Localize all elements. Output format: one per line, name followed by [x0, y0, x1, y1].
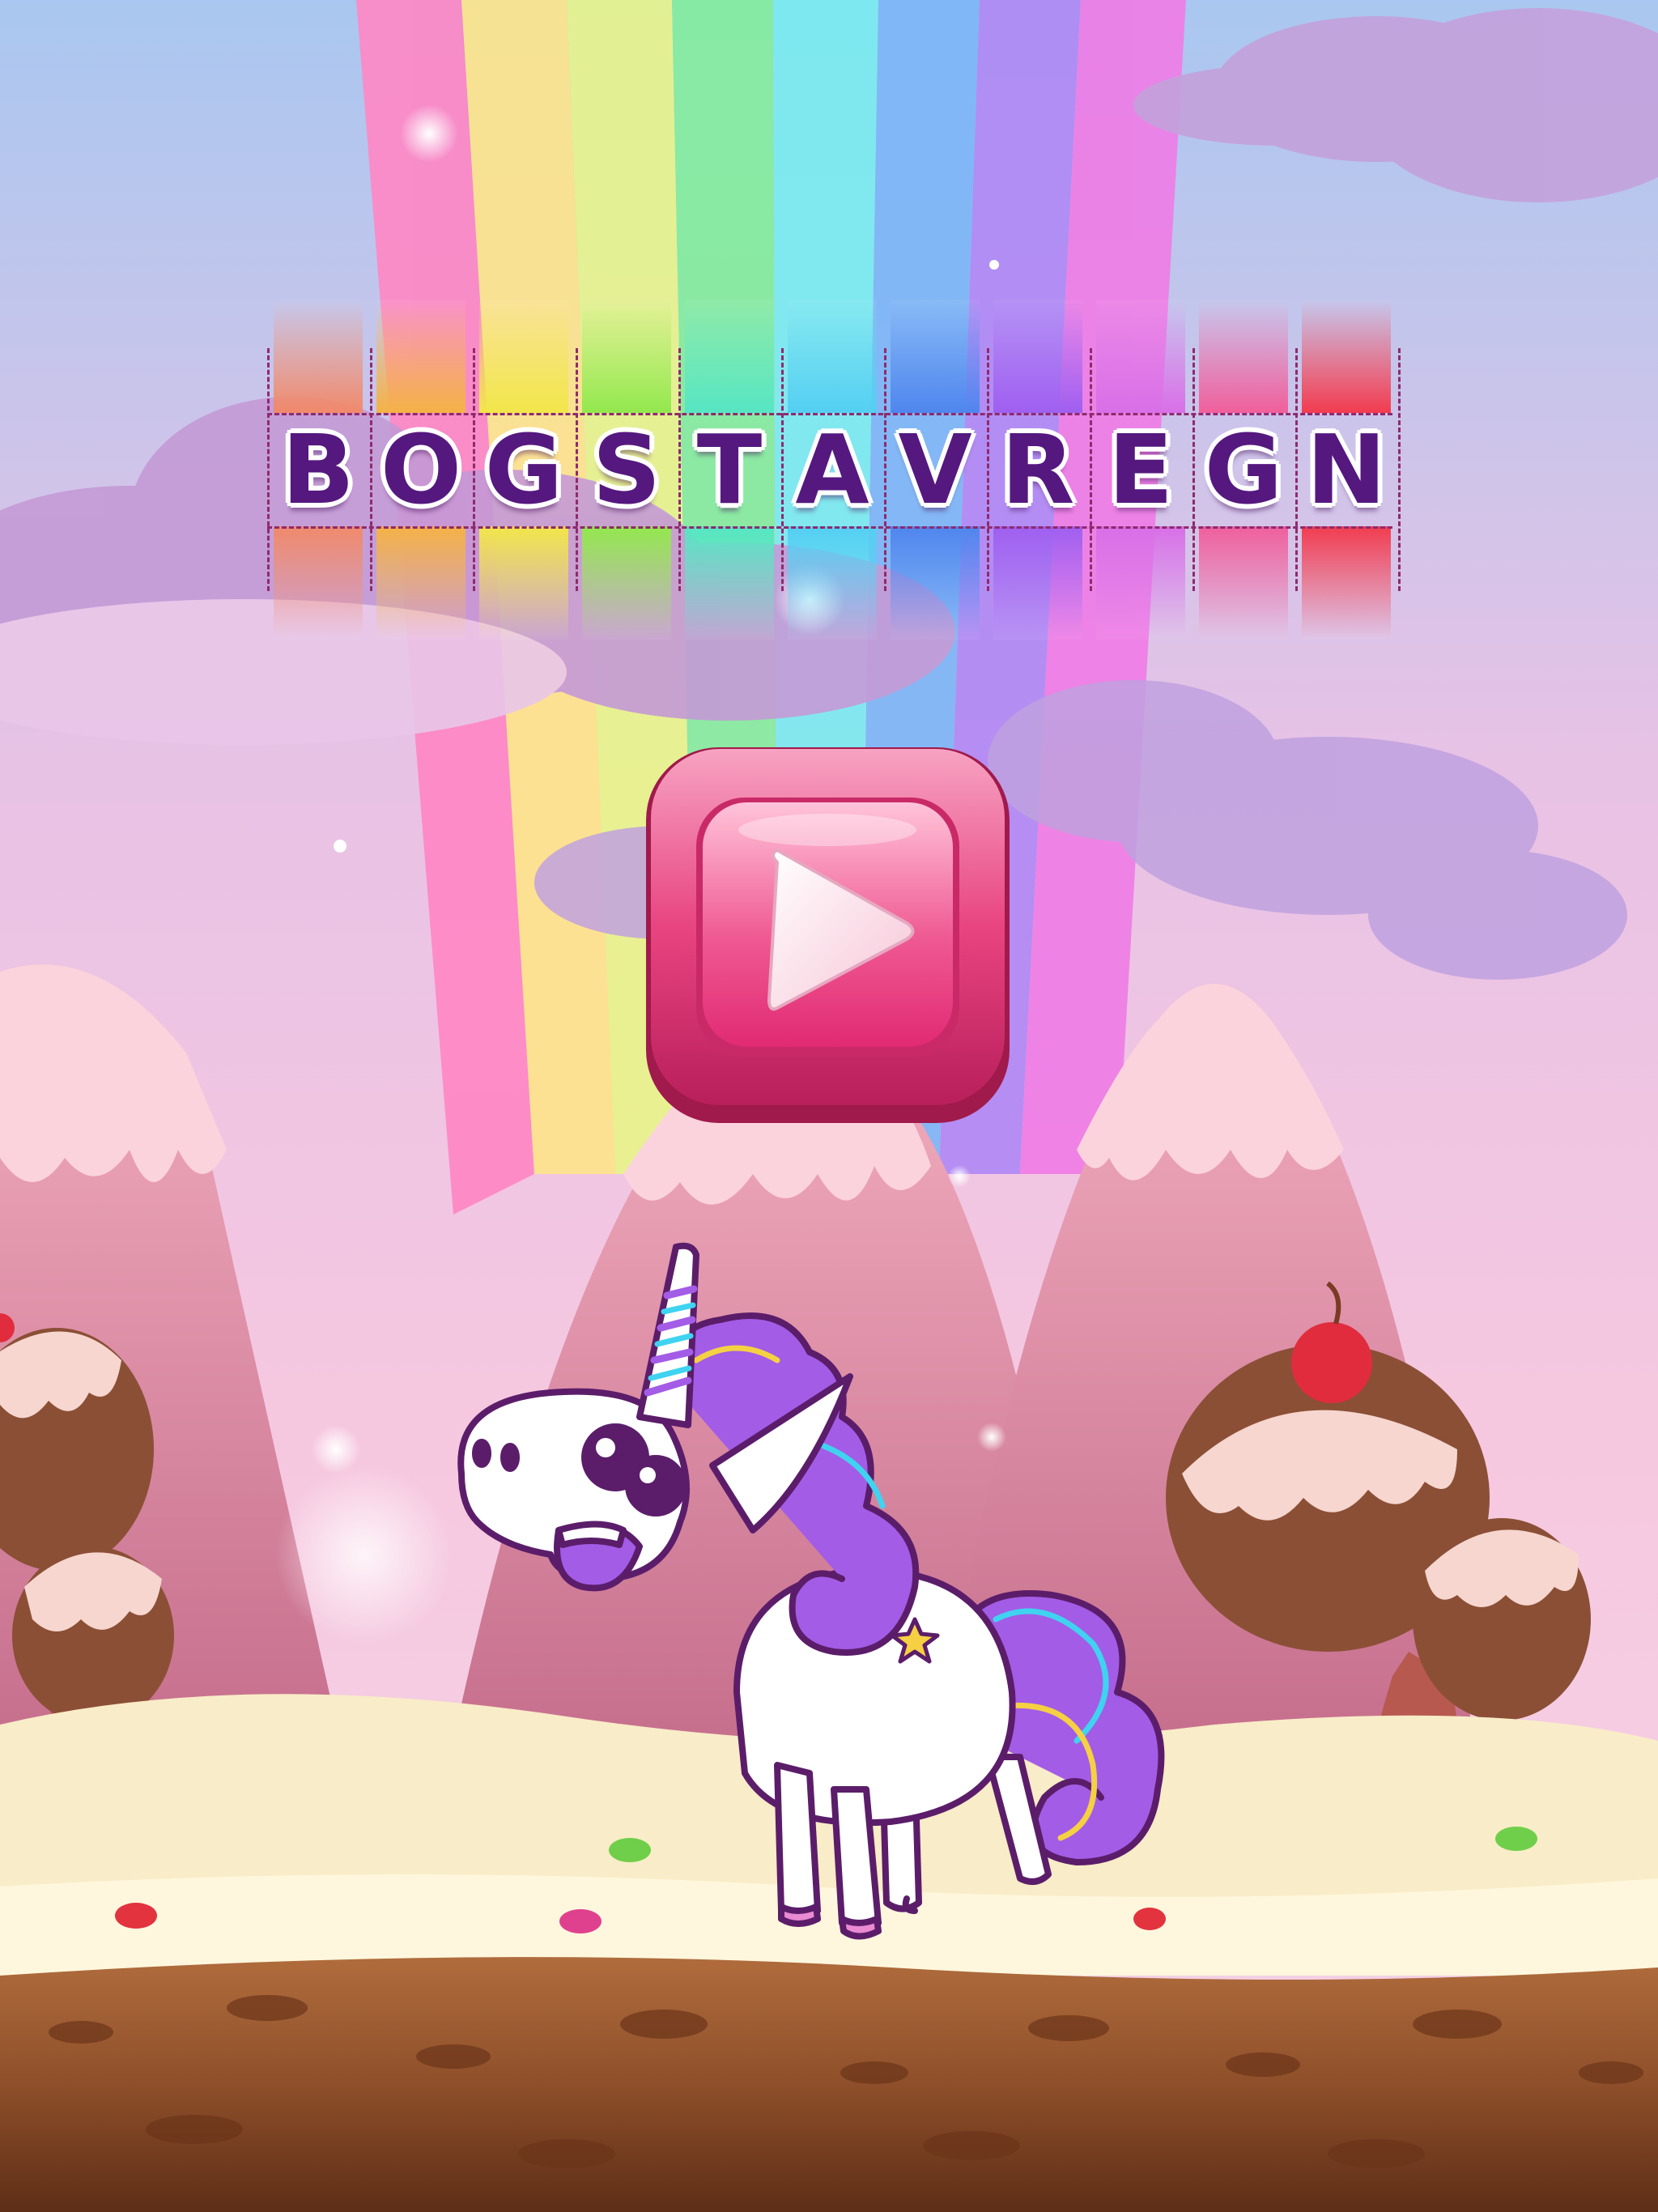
title-guide-line	[267, 413, 1392, 415]
title-tile: V	[891, 300, 980, 640]
title-tile-bottom	[1199, 526, 1288, 640]
title-tile: O	[376, 300, 466, 640]
title-tile: A	[788, 300, 877, 640]
title-letter: O	[380, 414, 462, 525]
title-tile-bottom	[1096, 526, 1185, 640]
title-tile-top	[788, 300, 877, 413]
title-guide-line	[267, 348, 270, 591]
title-guide-line	[781, 348, 784, 591]
title-guide-line	[1090, 348, 1092, 591]
title-tile-bottom	[376, 526, 466, 640]
title-tile-bottom	[274, 526, 363, 640]
title-tile: R	[993, 300, 1082, 640]
title-guide-line	[1398, 348, 1401, 591]
title-tile: G	[1199, 300, 1288, 640]
title-tile-top	[1302, 300, 1391, 413]
title-tile-top	[274, 300, 363, 413]
title-tile-top	[376, 300, 466, 413]
title-guide-line	[267, 526, 1392, 529]
title-letter: V	[898, 414, 972, 525]
title-tile: S	[582, 300, 671, 640]
title-guide-line	[987, 348, 989, 591]
unicorn-character	[457, 1242, 1165, 1940]
title-guide-line	[1295, 348, 1298, 591]
title-letter: T	[696, 414, 763, 525]
title-letter: E	[1107, 414, 1174, 525]
title-tile-top	[685, 300, 774, 413]
title-tile: N	[1302, 300, 1391, 640]
title-tile: G	[479, 300, 568, 640]
title-letter: G	[484, 414, 563, 525]
title-tile-top	[582, 300, 671, 413]
title-letter: A	[795, 414, 869, 525]
title-guide-line	[473, 348, 475, 591]
title-tile: E	[1096, 300, 1185, 640]
title-tile-top	[1096, 300, 1185, 413]
title-guide-line	[370, 348, 372, 591]
title-tile-bottom	[582, 526, 671, 640]
title-guide-line	[576, 348, 578, 591]
title-letter: B	[282, 414, 355, 525]
game-title: BOGSTAVREGN	[267, 300, 1401, 640]
title-tile-bottom	[479, 526, 568, 640]
title-guide-line	[678, 348, 681, 591]
title-tile-bottom	[1302, 526, 1391, 640]
title-letter: S	[592, 414, 661, 525]
title-letter: N	[1306, 414, 1387, 525]
title-letter: R	[1001, 414, 1075, 525]
title-tile-bottom	[788, 526, 877, 640]
title-tile-top	[891, 300, 980, 413]
title-letter: G	[1204, 414, 1283, 525]
title-guide-line	[1192, 348, 1195, 591]
title-tile: T	[685, 300, 774, 640]
title-tile-top	[1199, 300, 1288, 413]
title-tile-top	[479, 300, 568, 413]
title-tile-bottom	[993, 526, 1082, 640]
chocolate-ground	[0, 1957, 1658, 2212]
play-button[interactable]	[640, 741, 1016, 1129]
title-guide-line	[884, 348, 886, 591]
title-tile: B	[274, 300, 363, 640]
title-tile-bottom	[685, 526, 774, 640]
title-tile-top	[993, 300, 1082, 413]
title-tile-bottom	[891, 526, 980, 640]
